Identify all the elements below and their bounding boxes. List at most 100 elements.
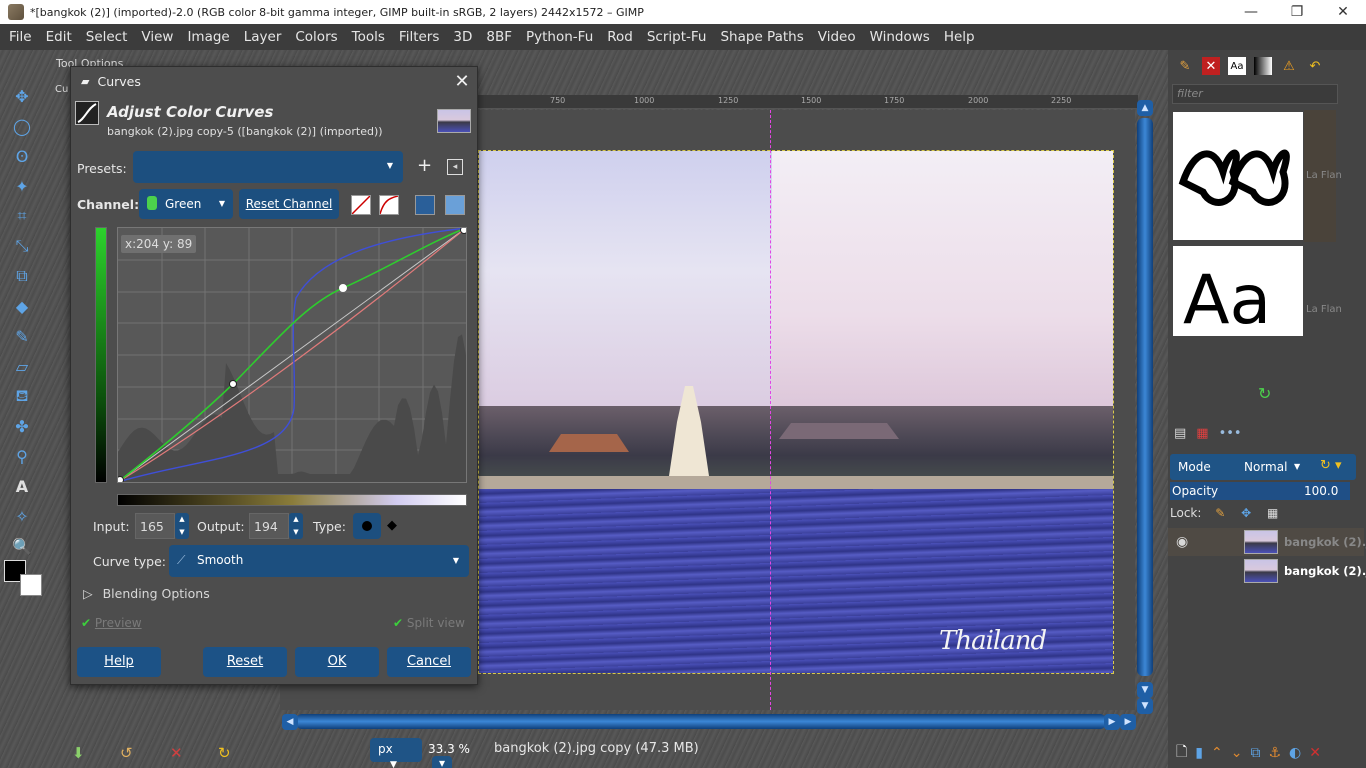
clone-icon[interactable]: ✤ [10,414,34,438]
crop-icon[interactable]: ⌗ [10,204,34,228]
scroll-down-button[interactable]: ▼ [1137,698,1153,714]
brush-icon[interactable]: ✎ [1176,57,1194,75]
eraser-icon[interactable]: ▱ [10,354,34,378]
log-histogram-icon[interactable] [379,195,399,215]
lock-position-icon[interactable]: ✥ [1241,506,1251,520]
menu-shape-paths[interactable]: Shape Paths [713,29,810,45]
menu-8bf[interactable]: 8BF [479,29,519,45]
undo-history-icon[interactable]: ↶ [1306,57,1324,75]
transform-icon[interactable]: ⤡ [10,234,34,258]
undo-icon[interactable]: ↺ [120,744,133,762]
font-icon[interactable]: Aa [1228,57,1246,75]
opacity-slider[interactable]: Opacity 100.0 [1170,482,1350,500]
channels-icon[interactable]: ▦ [1196,426,1208,441]
image-canvas[interactable]: Thailand [478,150,1114,674]
menu-edit[interactable]: Edit [39,29,79,45]
eye-icon[interactable]: ◉ [1176,534,1188,550]
new-layer-icon[interactable]: 🗋 [1176,741,1187,765]
preset-menu-icon[interactable]: ◂ [447,159,463,175]
move-icon[interactable]: ✥ [10,84,34,108]
perspective-icon[interactable]: ⧉ [10,264,34,288]
menu-colors[interactable]: Colors [288,29,344,45]
channel-combo[interactable]: Green ▼ [139,189,233,219]
scroll-right-button[interactable]: ▶ [1120,714,1136,730]
pattern-icon[interactable]: ✕ [1202,57,1220,75]
menu-windows[interactable]: Windows [863,29,937,45]
scroll-right-button[interactable]: ▶ [1104,714,1120,730]
blending-options-expander[interactable]: ▷ Blending Options [83,586,210,601]
ellipse-select-icon[interactable]: ◯ [10,114,34,138]
gradient-icon[interactable] [1254,57,1272,75]
text-icon[interactable]: A [10,474,34,498]
linear-histogram-icon[interactable] [351,195,371,215]
scroll-down-button[interactable]: ▼ [1137,682,1153,698]
menu-file[interactable]: File [2,29,39,45]
zoom-icon[interactable]: 🔍 [10,534,34,558]
ok-button[interactable]: OK [295,647,379,677]
menu-help[interactable]: Help [937,29,982,45]
menu-rod[interactable]: Rod [600,29,640,45]
menu-filters[interactable]: Filters [392,29,446,45]
paintbrush-icon[interactable]: ✎ [10,324,34,348]
preview-checkbox[interactable]: ✔ Preview [81,616,142,630]
zoom-select[interactable]: 33.3 %▾ [424,738,490,768]
reset-button[interactable]: Reset [203,647,287,677]
background-color[interactable] [20,574,42,596]
delete-layer-icon[interactable]: ✕ [1309,745,1321,761]
new-group-icon[interactable]: ▮ [1195,745,1203,761]
close-icon[interactable]: ✕ [447,71,477,92]
bucket-fill-icon[interactable]: ⛾ [10,384,34,408]
smudge-icon[interactable]: ◆ [10,294,34,318]
chevron-down-icon[interactable]: ▾ [432,756,452,768]
input-stepper[interactable]: ▲ ▼ [175,513,189,539]
menu-image[interactable]: Image [180,29,236,45]
font-preview-card[interactable]: Aa [1173,246,1303,336]
lock-pixels-icon[interactable]: ✎ [1215,506,1225,520]
menu-select[interactable]: Select [79,29,135,45]
split-view-checkbox[interactable]: ✔ Split view [393,616,465,630]
raise-layer-icon[interactable]: ⌃ [1211,745,1223,761]
reset-channel-button[interactable]: Reset Channel [239,189,339,219]
scroll-up-button[interactable]: ▲ [1137,100,1153,116]
paths-tab-icon[interactable]: ••• [1219,426,1242,441]
scroll-left-button[interactable]: ◀ [282,714,298,730]
curve-control-point[interactable] [460,226,468,234]
menu-layer[interactable]: Layer [237,29,289,45]
menu-python-fu[interactable]: Python-Fu [519,29,600,45]
curve-control-point-selected[interactable] [339,284,347,292]
duplicate-layer-icon[interactable]: ⧉ [1250,745,1260,761]
curve-type-combo[interactable]: ⟋ Smooth ▼ [169,545,469,577]
add-preset-icon[interactable]: + [417,155,432,176]
minimize-button[interactable]: — [1228,4,1274,20]
unit-select[interactable]: px ▼ [370,738,422,768]
close-window-button[interactable]: ✕ [1320,4,1366,20]
menu-view[interactable]: View [134,29,180,45]
layer-row[interactable]: bangkok (2).jp [1168,557,1366,585]
presets-combo[interactable]: ▼ [133,151,403,183]
paths-icon[interactable]: ✧ [10,504,34,528]
output-spinner[interactable]: 194 [249,513,289,539]
histogram-linear-view-icon[interactable] [415,195,435,215]
smooth-point-type-button[interactable] [353,513,381,539]
help-button[interactable]: Help [77,647,161,677]
menu-3d[interactable]: 3D [446,29,479,45]
dodge-icon[interactable]: ⚲ [10,444,34,468]
fuzzy-select-icon[interactable]: ✦ [10,174,34,198]
input-spinner[interactable]: 165 [135,513,175,539]
corner-point-type-button[interactable]: ◆ [387,513,407,539]
menu-tools[interactable]: Tools [345,29,392,45]
vertical-scrollbar[interactable] [1137,118,1153,676]
curve-control-point[interactable] [229,380,237,388]
lower-layer-icon[interactable]: ⌄ [1231,745,1243,761]
reset-icon[interactable]: ↻ [218,744,231,762]
histogram-log-view-icon[interactable] [445,195,465,215]
fg-bg-color-swatch[interactable] [4,560,44,600]
menu-video[interactable]: Video [811,29,863,45]
horizontal-scrollbar[interactable] [296,714,1106,729]
lock-alpha-icon[interactable]: ▦ [1267,506,1278,520]
curve-control-point[interactable] [116,476,124,484]
cancel-button[interactable]: Cancel [387,647,471,677]
restore-button[interactable]: ❐ [1274,4,1320,20]
refresh-fonts-icon[interactable]: ↻ [1258,384,1271,403]
reset-mode-icon[interactable]: ↻ ▾ [1314,454,1356,480]
